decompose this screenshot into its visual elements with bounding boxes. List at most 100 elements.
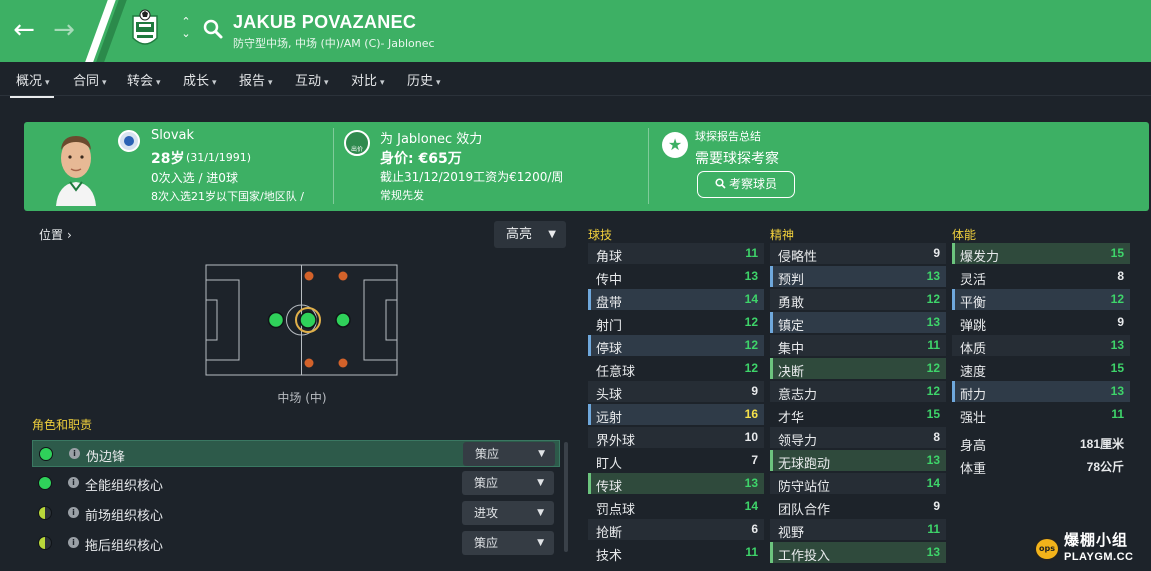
attribute-row[interactable]: 强壮 11: [952, 404, 1130, 426]
attribute-row[interactable]: 才华 15: [770, 404, 946, 426]
duty-dropdown[interactable]: 策应 ▼: [463, 442, 555, 466]
tab-history[interactable]: 历史 ▾: [407, 70, 441, 89]
role-row[interactable]: i 全能组织核心 策应 ▼: [32, 470, 560, 497]
market-value: 身价: €65万: [380, 151, 462, 167]
attribute-name: 工作投入: [778, 549, 831, 564]
attribute-row[interactable]: 耐力 13: [952, 381, 1130, 403]
attribute-name: 勇敢: [778, 296, 805, 311]
attribute-row[interactable]: 盯人 7: [588, 450, 764, 472]
attribute-row[interactable]: 爆发力 15: [952, 243, 1130, 265]
attribute-name: 灵活: [960, 273, 987, 288]
attribute-row[interactable]: 盘带 14: [588, 289, 764, 311]
role-rating-icon: [38, 476, 52, 490]
tab-transfer[interactable]: 转会 ▾: [127, 70, 161, 89]
info-icon[interactable]: i: [69, 448, 80, 459]
forward-arrow-icon[interactable]: →: [50, 16, 78, 44]
player-name: JAKUB POVAZANEC: [233, 12, 417, 32]
attribute-value: 14: [744, 499, 758, 513]
scout-player-button[interactable]: 考察球员: [697, 171, 795, 198]
attribute-row[interactable]: 镇定 13: [770, 312, 946, 334]
role-rating-icon: [38, 536, 52, 550]
attribute-row[interactable]: 体质 13: [952, 335, 1130, 357]
attribute-row[interactable]: 弹跳 9: [952, 312, 1130, 334]
attribute-row[interactable]: 头球 9: [588, 381, 764, 403]
tab-development[interactable]: 成长 ▾: [183, 70, 217, 89]
attribute-row[interactable]: 灵活 8: [952, 266, 1130, 288]
mental-title: 精神: [770, 228, 795, 242]
duty-dropdown[interactable]: 进攻 ▼: [462, 501, 554, 525]
attribute-row[interactable]: 任意球 12: [588, 358, 764, 380]
attribute-row[interactable]: 工作投入 13: [770, 542, 946, 564]
attribute-row[interactable]: 平衡 12: [952, 289, 1130, 311]
technical-title: 球技: [588, 228, 613, 242]
club-crest-icon[interactable]: [130, 8, 160, 52]
nationality[interactable]: Slovak: [151, 128, 194, 143]
position-section-link[interactable]: 位置 ›: [39, 226, 72, 243]
info-icon[interactable]: i: [68, 477, 79, 488]
attribute-value: 8: [1117, 269, 1124, 283]
duty-dropdown[interactable]: 策应 ▼: [462, 531, 554, 555]
weight-label: 体重: [960, 462, 987, 477]
attribute-row[interactable]: 射门 12: [588, 312, 764, 334]
attribute-name: 头球: [596, 388, 623, 403]
attribute-value: 13: [926, 545, 940, 559]
nationality-flag-icon[interactable]: [118, 130, 140, 152]
attribute-name: 弹跳: [960, 319, 987, 334]
player-switch-updown-icon[interactable]: ⌃ ⌄: [178, 16, 194, 40]
role-row[interactable]: i 拖后组织核心 策应 ▼: [32, 530, 560, 557]
attribute-row[interactable]: 角球 11: [588, 243, 764, 265]
attribute-row[interactable]: 抢断 6: [588, 519, 764, 541]
attribute-row[interactable]: 意志力 12: [770, 381, 946, 403]
attribute-name: 界外球: [596, 434, 636, 449]
attribute-row[interactable]: 传中 13: [588, 266, 764, 288]
tab-interaction[interactable]: 互动 ▾: [295, 70, 329, 89]
attribute-row[interactable]: 无球跑动 13: [770, 450, 946, 472]
tab-compare[interactable]: 对比 ▾: [351, 70, 385, 89]
role-row[interactable]: i 伪边锋 策应 ▼: [32, 440, 560, 467]
attribute-row[interactable]: 集中 11: [770, 335, 946, 357]
attribute-name: 意志力: [778, 388, 818, 403]
attribute-name: 视野: [778, 526, 805, 541]
attribute-row[interactable]: 速度 15: [952, 358, 1130, 380]
attribute-name: 速度: [960, 365, 987, 380]
tab-overview[interactable]: 概况 ▾: [10, 70, 54, 98]
tab-contract[interactable]: 合同 ▾: [73, 70, 107, 89]
attribute-name: 领导力: [778, 434, 818, 449]
chevron-down-icon: ▾: [102, 78, 107, 88]
watermark-logo: ops 爆棚小组 PLAYGM.CC: [1030, 527, 1151, 571]
attribute-row[interactable]: 停球 12: [588, 335, 764, 357]
info-icon[interactable]: i: [68, 507, 79, 518]
attribute-row[interactable]: 视野 11: [770, 519, 946, 541]
attribute-value: 15: [1110, 361, 1124, 375]
attribute-row[interactable]: 罚点球 14: [588, 496, 764, 518]
role-row[interactable]: i 前场组织核心 进攻 ▼: [32, 500, 560, 527]
attribute-row[interactable]: 界外球 10: [588, 427, 764, 449]
key-attribute-marker: [588, 404, 591, 425]
attribute-row[interactable]: 预判 13: [770, 266, 946, 288]
duty-dropdown[interactable]: 策应 ▼: [462, 471, 554, 495]
roles-scrollbar[interactable]: [564, 442, 568, 552]
attribute-value: 11: [1111, 407, 1124, 421]
attribute-row[interactable]: 防守站位 14: [770, 473, 946, 495]
attribute-value: 12: [744, 315, 758, 329]
attribute-row[interactable]: 勇敢 12: [770, 289, 946, 311]
attribute-value: 11: [927, 522, 940, 536]
attribute-row[interactable]: 侵略性 9: [770, 243, 946, 265]
international-caps: 0次入选 / 进0球: [151, 171, 238, 185]
attribute-row[interactable]: 决断 12: [770, 358, 946, 380]
attribute-row[interactable]: 领导力 8: [770, 427, 946, 449]
attribute-row[interactable]: 远射 16: [588, 404, 764, 426]
info-icon[interactable]: i: [68, 537, 79, 548]
position-marker: [304, 271, 314, 281]
attribute-value: 14: [744, 292, 758, 306]
attribute-row[interactable]: 传球 13: [588, 473, 764, 495]
attribute-row[interactable]: 团队合作 9: [770, 496, 946, 518]
club-line[interactable]: 为 Jablonec 效力: [380, 128, 482, 147]
search-icon[interactable]: [202, 18, 224, 40]
back-arrow-icon[interactable]: ←: [10, 16, 38, 44]
attribute-row[interactable]: 技术 11: [588, 542, 764, 564]
contract-offer-icon[interactable]: 出价: [344, 130, 370, 156]
tab-reports[interactable]: 报告 ▾: [239, 70, 273, 89]
squad-status: 常规先发: [380, 189, 424, 202]
highlight-dropdown[interactable]: 高亮 ▼: [494, 221, 566, 248]
